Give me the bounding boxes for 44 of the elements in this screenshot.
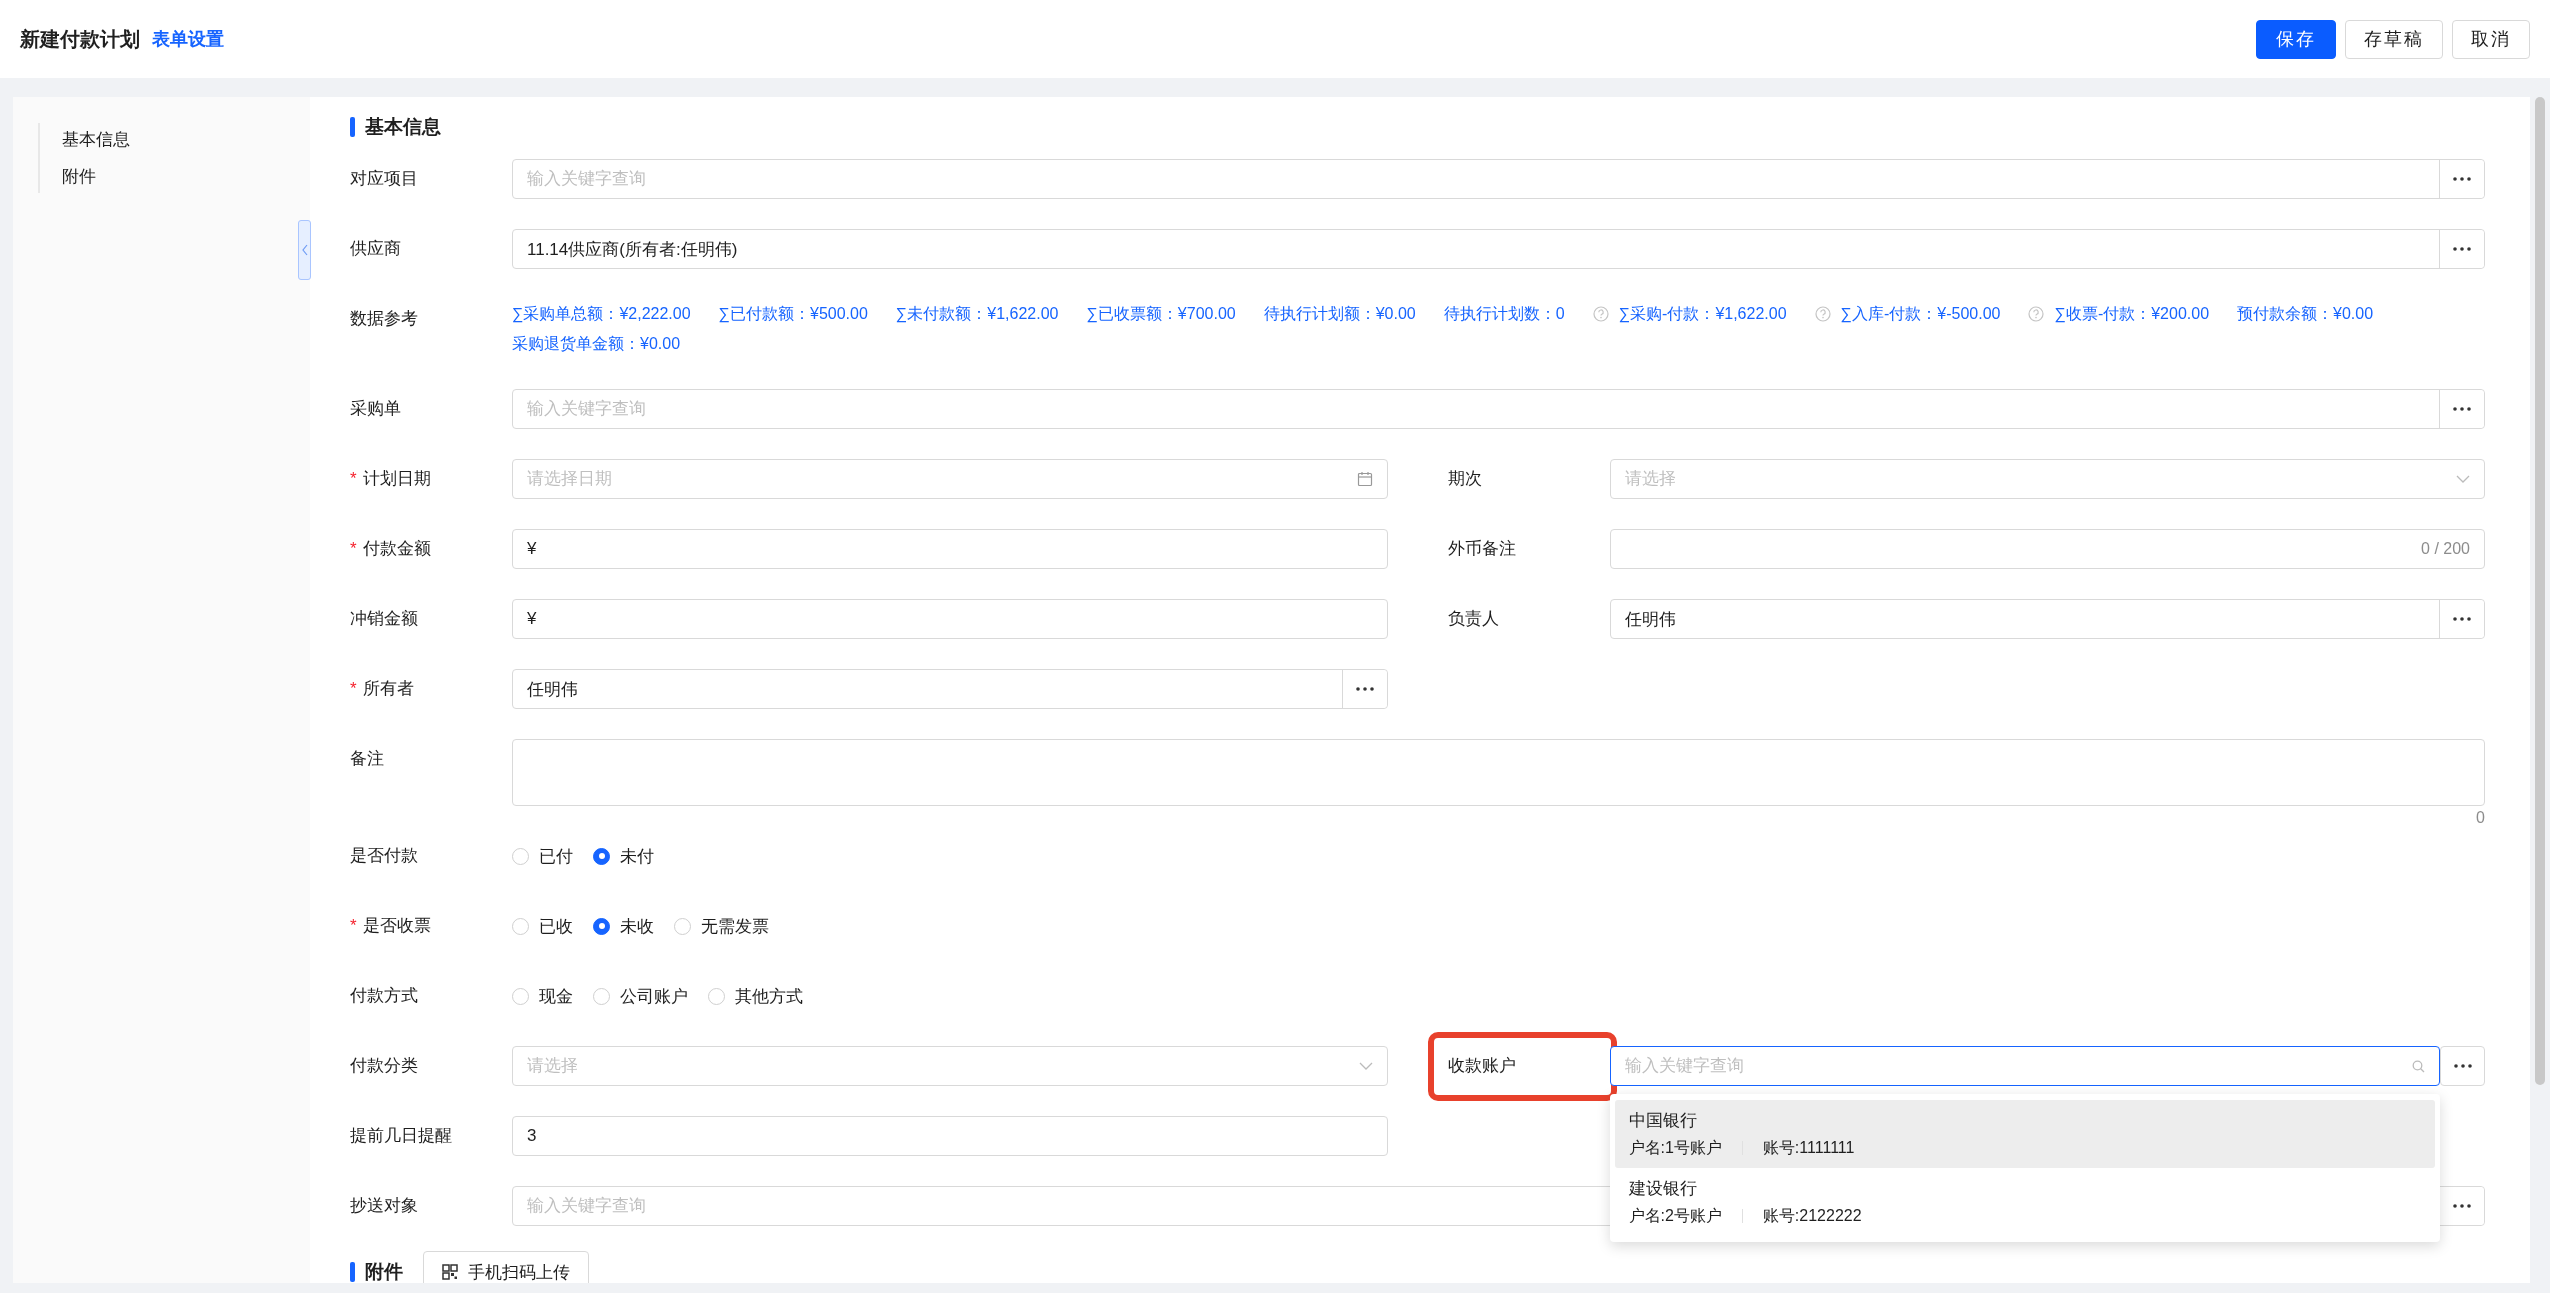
field-label: 付款分类 (350, 1056, 418, 1075)
field-label: 对应项目 (350, 169, 418, 188)
field-label: 期次 (1447, 469, 1482, 488)
required-mark: * (350, 916, 357, 935)
character-count: 0 / 200 (2421, 540, 2470, 558)
page-title: 新建付款计划 (20, 26, 140, 52)
reference-value: 预付款余额：¥0.00 (2237, 304, 2374, 324)
section-title: 基本信息 (365, 115, 441, 139)
field-label: 抄送对象 (350, 1196, 418, 1215)
field-label: 付款方式 (350, 986, 418, 1005)
reference-value: ∑已收票额：¥700.00 (1086, 304, 1236, 325)
character-count: 0 (2475, 808, 2485, 828)
reference-value: ∑收票-付款：¥200.00 (2054, 304, 2210, 325)
bank-name: 中国银行 (1628, 1110, 1698, 1132)
account-holder: 户名:2号账户 (1628, 1206, 1722, 1226)
reference-value: 待执行计划数：0 (1443, 304, 1565, 324)
field-label: 收款账户 (1447, 1056, 1516, 1075)
section-title: 附件 (365, 1260, 403, 1283)
reference-value: ∑采购单总额：¥2,222.00 (512, 304, 691, 325)
required-mark: * (350, 469, 357, 488)
reference-value: ∑入库-付款：¥-500.00 (1840, 304, 2001, 325)
field-label: 是否付款 (350, 846, 418, 865)
reference-value: 采购退货单金额：¥0.00 (512, 334, 681, 354)
required-mark: * (350, 539, 357, 558)
field-label: 是否收票 (362, 916, 431, 935)
account-holder: 户名:1号账户 (1628, 1138, 1722, 1158)
field-label: 备注 (350, 749, 384, 768)
field-label: 冲销金额 (350, 609, 418, 628)
field-label: 付款金额 (362, 539, 431, 558)
field-label: 采购单 (350, 399, 401, 418)
account-number: 账号:1111111 (1762, 1138, 1855, 1158)
field-label: 提前几日提醒 (350, 1126, 452, 1145)
reference-value: ∑未付款额：¥1,622.00 (895, 304, 1059, 325)
field-label: 数据参考 (350, 309, 418, 328)
required-mark: * (350, 679, 357, 698)
field-label: 计划日期 (362, 469, 431, 488)
reference-value: ∑已付款额：¥500.00 (718, 304, 868, 325)
field-label: 负责人 (1447, 609, 1499, 628)
account-number: 账号:2122222 (1762, 1206, 1862, 1226)
field-label: 所有者 (362, 679, 414, 698)
reference-value: ∑采购-付款：¥1,622.00 (1618, 304, 1787, 325)
field-label: 外币备注 (1447, 539, 1516, 558)
reference-value: 待执行计划额：¥0.00 (1263, 304, 1416, 324)
field-label: 供应商 (350, 239, 401, 258)
